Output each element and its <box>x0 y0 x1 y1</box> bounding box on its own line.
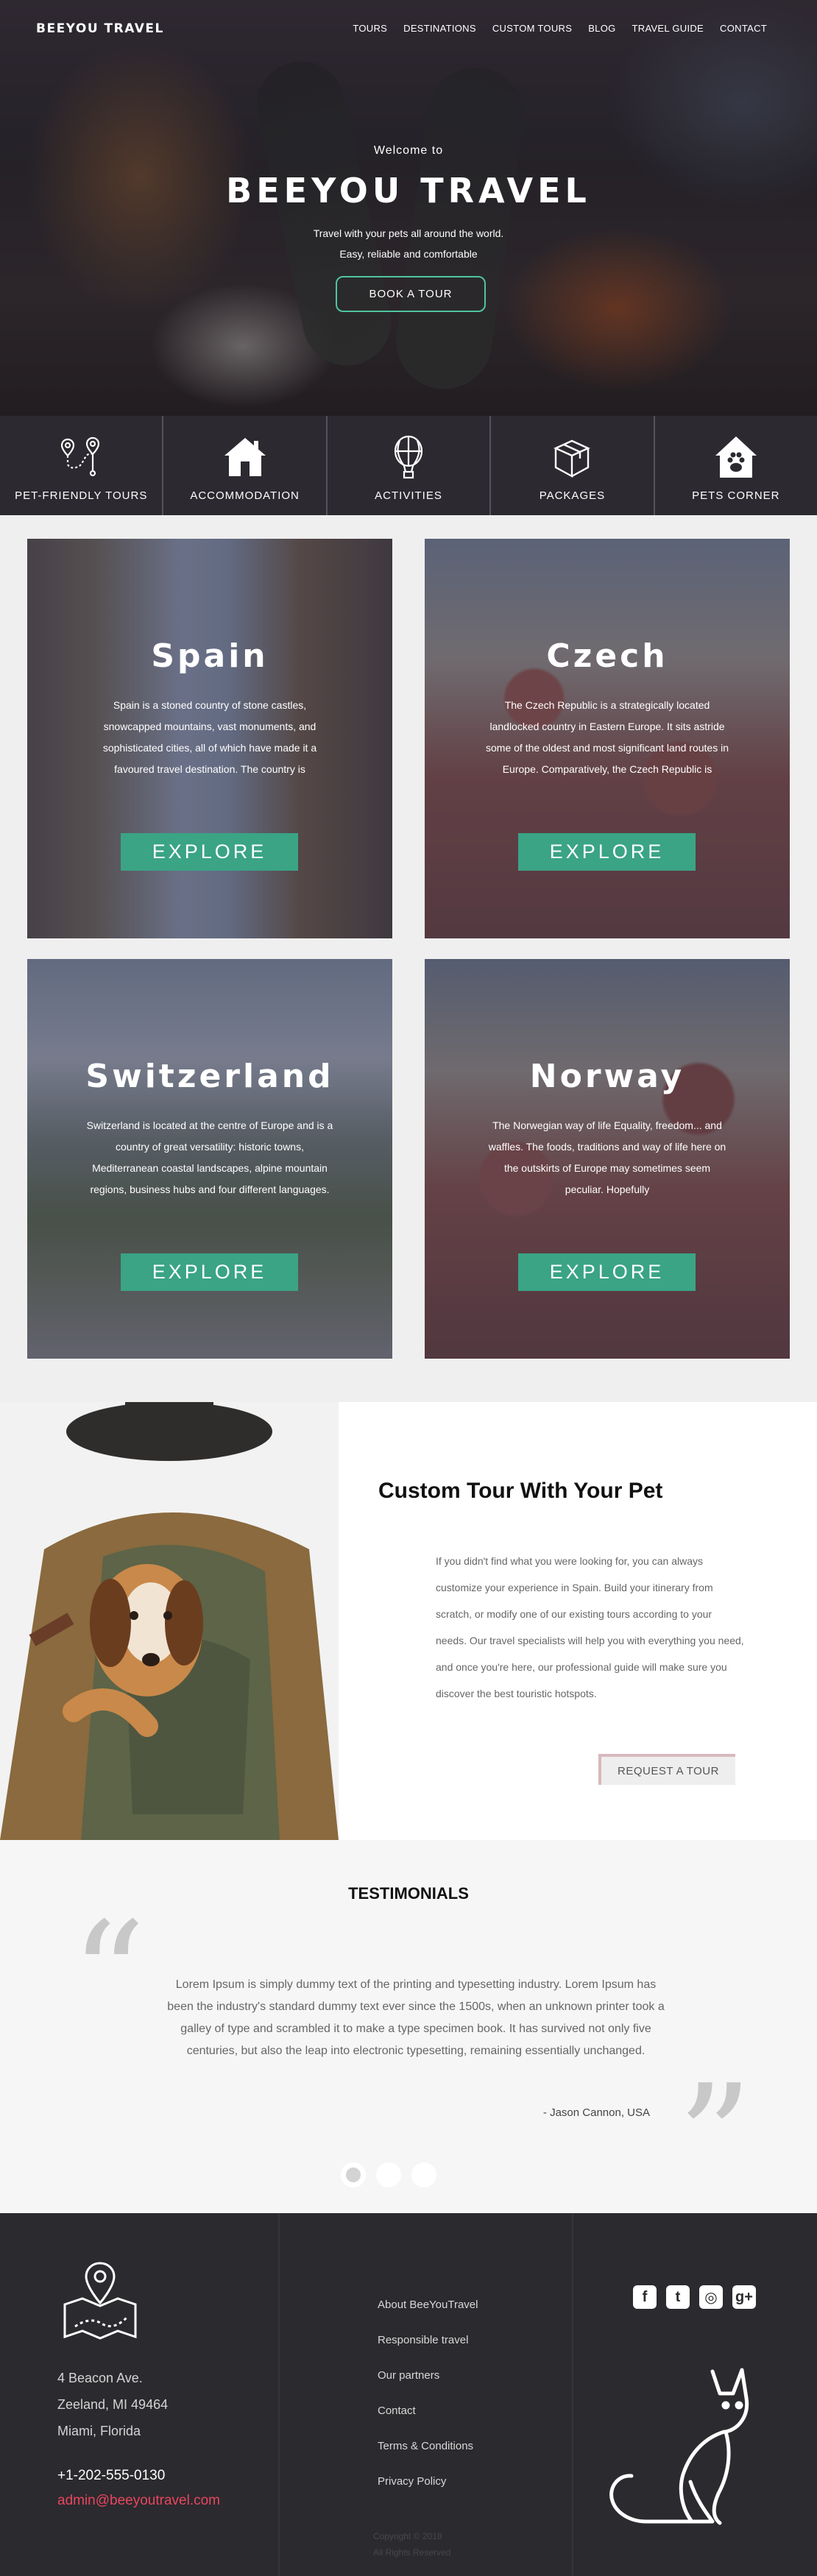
explore-button[interactable]: EXPLORE <box>518 1253 696 1291</box>
slider-dot[interactable] <box>341 2162 366 2187</box>
open-quote-icon: “ <box>71 1891 146 2062</box>
category-accommodation[interactable]: ACCOMMODATION <box>163 416 328 515</box>
explore-button[interactable]: EXPLORE <box>518 833 696 871</box>
instagram-icon[interactable]: ◎ <box>699 2285 723 2309</box>
nav-item-blog[interactable]: BLOG <box>588 23 615 34</box>
footer-link-terms[interactable]: Terms & Conditions <box>378 2440 478 2475</box>
footer-link-contact[interactable]: Contact <box>378 2405 478 2440</box>
destination-description: The Czech Republic is a strategically lo… <box>486 699 729 775</box>
destination-title: Switzerland <box>85 1058 334 1095</box>
cat-outline-icon <box>609 2368 749 2525</box>
destination-card-norway[interactable]: Norway The Norwegian way of life Equalit… <box>425 959 790 1359</box>
footer-divider <box>572 2213 573 2576</box>
main-nav: TOURS DESTINATIONS CUSTOM TOURS BLOG TRA… <box>353 23 767 34</box>
house-icon <box>224 438 266 476</box>
destinations-section: Spain Spain is a stoned country of stone… <box>0 515 817 1402</box>
testimonials-section: TESTIMONIALS “ Lorem Ipsum is simply dum… <box>0 1840 817 2213</box>
site-footer: 4 Beacon Ave. Zeeland, MI 49464 Miami, F… <box>0 2213 817 2576</box>
footer-link-about[interactable]: About BeeYouTravel <box>378 2299 478 2334</box>
hero-subtitle-line: Easy, reliable and comfortable <box>339 248 478 260</box>
request-tour-button[interactable]: REQUEST A TOUR <box>598 1754 735 1785</box>
address-line: Miami, Florida <box>57 2424 141 2438</box>
footer-email-link[interactable]: admin@beeyoutravel.com <box>57 2493 220 2509</box>
custom-tour-title: Custom Tour With Your Pet <box>378 1479 663 1503</box>
hero-section: BEEYOU TRAVEL TOURS DESTINATIONS CUSTOM … <box>0 0 817 416</box>
hot-air-balloon-icon <box>394 435 423 479</box>
destination-title: Spain <box>151 637 269 675</box>
nav-item-contact[interactable]: CONTACT <box>720 23 767 34</box>
nav-item-tours[interactable]: TOURS <box>353 23 387 34</box>
custom-tour-section: Custom Tour With Your Pet If you didn't … <box>0 1402 817 1840</box>
footer-link-privacy[interactable]: Privacy Policy <box>378 2475 478 2510</box>
category-strip: PET-FRIENDLY TOURS ACCOMMODATION ACTIVIT… <box>0 416 817 515</box>
explore-button[interactable]: EXPLORE <box>121 833 298 871</box>
nav-item-travel-guide[interactable]: TRAVEL GUIDE <box>632 23 704 34</box>
destination-description: The Norwegian way of life Equality, free… <box>488 1119 726 1195</box>
footer-link-responsible-travel[interactable]: Responsible travel <box>378 2334 478 2369</box>
hero-title: BEEYOU TRAVEL <box>226 171 591 210</box>
testimonial-text: Lorem Ipsum is simply dummy text of the … <box>167 1978 665 2057</box>
map-pin-icon <box>63 2262 137 2340</box>
category-pet-friendly-tours[interactable]: PET-FRIENDLY TOURS <box>0 416 164 515</box>
category-packages[interactable]: PACKAGES <box>491 416 655 515</box>
destination-card-spain[interactable]: Spain Spain is a stoned country of stone… <box>27 539 392 938</box>
destination-card-switzerland[interactable]: Switzerland Switzerland is located at th… <box>27 959 392 1359</box>
social-links: f t ◎ g+ <box>633 2285 756 2309</box>
footer-copyright: Copyright © 2018 All Rights Reserved <box>373 2528 450 2561</box>
explore-button[interactable]: EXPLORE <box>121 1253 298 1291</box>
book-tour-button[interactable]: BOOK A TOUR <box>336 276 486 312</box>
copyright-line: All Rights Reserved <box>373 2547 451 2558</box>
destination-description: Switzerland is located at the centre of … <box>86 1119 333 1195</box>
hero-subtitle: Travel with your pets all around the wor… <box>0 223 817 264</box>
address-line: 4 Beacon Ave. <box>57 2371 143 2385</box>
category-activities[interactable]: ACTIVITIES <box>328 416 492 515</box>
route-pin-icon <box>61 436 100 477</box>
nav-item-destinations[interactable]: DESTINATIONS <box>403 23 476 34</box>
footer-link-partners[interactable]: Our partners <box>378 2369 478 2405</box>
traveler-with-dog-photo <box>0 1402 339 1840</box>
destination-title: Czech <box>546 637 668 675</box>
destination-title: Norway <box>529 1058 685 1095</box>
copyright-line: Copyright © 2018 <box>373 2531 442 2541</box>
site-logo[interactable]: BEEYOU TRAVEL <box>36 21 164 36</box>
category-pets-corner[interactable]: PETS CORNER <box>655 416 817 515</box>
category-label: PET-FRIENDLY TOURS <box>15 489 148 502</box>
paw-house-icon <box>715 436 757 478</box>
footer-address: 4 Beacon Ave. Zeeland, MI 49464 Miami, F… <box>57 2365 168 2444</box>
google-plus-icon[interactable]: g+ <box>732 2285 756 2309</box>
box-icon <box>553 439 591 478</box>
footer-phone[interactable]: +1-202-555-0130 <box>57 2468 165 2484</box>
category-label: ACCOMMODATION <box>190 489 300 502</box>
testimonial-author: - Jason Cannon, USA <box>542 2106 650 2119</box>
close-quote-icon: ” <box>677 2053 753 2225</box>
traveler-illustration <box>0 1402 339 1840</box>
twitter-icon[interactable]: t <box>666 2285 690 2309</box>
facebook-icon[interactable]: f <box>633 2285 657 2309</box>
hero-welcome: Welcome to <box>373 144 444 157</box>
category-label: PETS CORNER <box>692 489 780 502</box>
testimonial-slider-dots <box>341 2162 436 2187</box>
nav-item-custom-tours[interactable]: CUSTOM TOURS <box>492 23 572 34</box>
footer-divider <box>278 2213 280 2576</box>
slider-dot[interactable] <box>376 2162 401 2187</box>
destination-card-czech[interactable]: Czech The Czech Republic is a strategica… <box>425 539 790 938</box>
category-label: PACKAGES <box>539 489 606 502</box>
hero-subtitle-line: Travel with your pets all around the wor… <box>313 227 504 239</box>
destination-description: Spain is a stoned country of stone castl… <box>102 699 317 775</box>
category-label: ACTIVITIES <box>375 489 442 502</box>
footer-links: About BeeYouTravel Responsible travel Ou… <box>378 2299 478 2510</box>
address-line: Zeeland, MI 49464 <box>57 2397 169 2412</box>
custom-tour-description: If you didn't find what you were looking… <box>436 1555 744 1699</box>
slider-dot[interactable] <box>411 2162 436 2187</box>
